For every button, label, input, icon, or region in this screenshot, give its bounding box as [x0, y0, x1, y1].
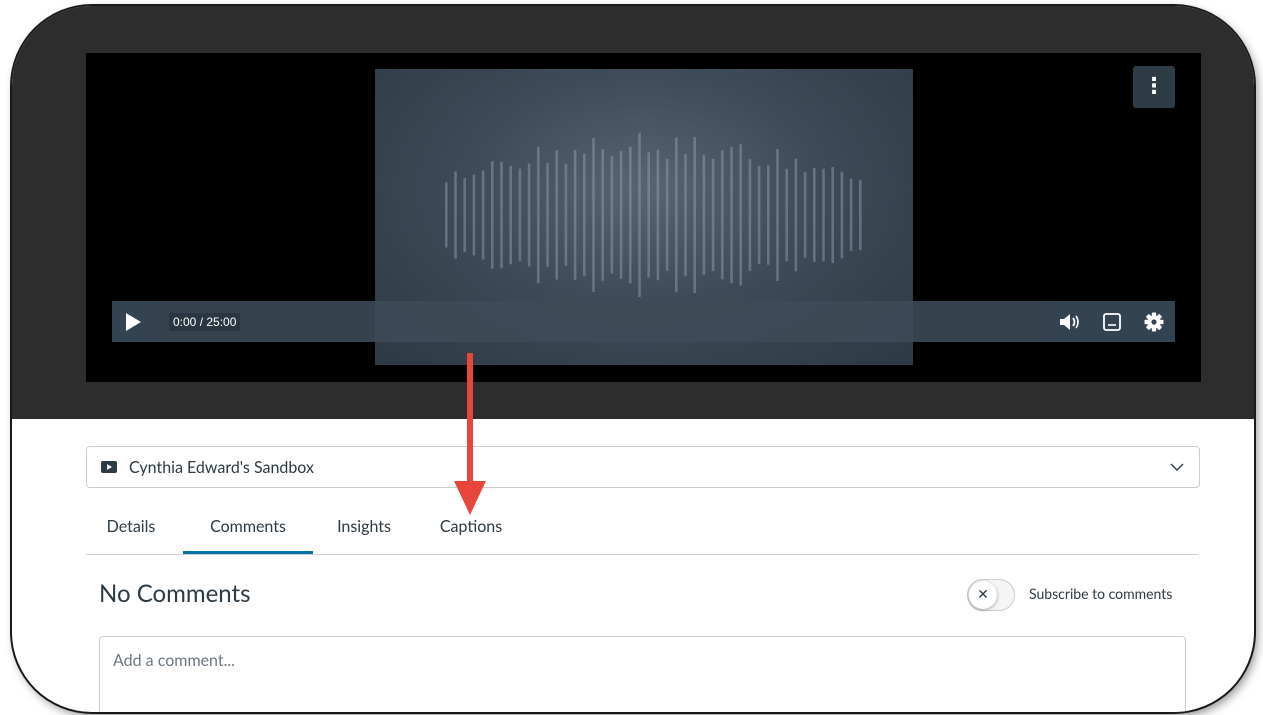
close-icon: ✕ — [969, 581, 997, 609]
waveform-bar — [859, 179, 862, 251]
volume-button[interactable] — [1057, 309, 1083, 335]
waveform-bar — [785, 168, 788, 262]
waveform-bar — [601, 149, 604, 281]
waveform-bar — [656, 149, 660, 281]
waveform-bar — [840, 171, 844, 259]
media-player[interactable]: ⋮ 0:00 / 25:00 — [86, 53, 1201, 382]
waveform-bar — [555, 150, 558, 280]
waveform-bar — [794, 158, 798, 272]
waveform-bar — [748, 159, 752, 271]
waveform-bar — [675, 137, 678, 293]
waveform-bar — [564, 164, 568, 266]
volume-icon — [1060, 313, 1079, 330]
play-icon — [126, 312, 141, 331]
screenshot-frame: ⋮ 0:00 / 25:00 Cynthia Edward's Sandbox … — [12, 6, 1254, 712]
comment-input[interactable] — [99, 636, 1186, 712]
waveform-bar — [472, 174, 476, 256]
play-button[interactable] — [112, 301, 154, 342]
annotation-arrow — [454, 353, 486, 515]
time-readout: 0:00 / 25:00 — [169, 313, 241, 331]
player-control-bar: 0:00 / 25:00 — [112, 301, 1175, 342]
waveform-bar — [610, 156, 614, 274]
settings-button[interactable] — [1141, 309, 1167, 335]
closed-captions-icon — [1103, 312, 1121, 331]
right-controls — [1049, 301, 1175, 342]
source-selector-label: Cynthia Edward's Sandbox — [129, 457, 314, 477]
tab-list: Details Comments Insights Captions — [86, 501, 1198, 555]
player-menu-button[interactable]: ⋮ — [1133, 66, 1175, 108]
waveform-bar — [647, 152, 650, 278]
waveform-bar — [739, 144, 742, 286]
waveform-bar — [509, 165, 512, 265]
waveform-bar — [711, 158, 715, 272]
waveform-bar — [592, 137, 595, 292]
waveform-bar — [776, 149, 779, 281]
waveform-bar — [481, 170, 485, 260]
captions-button[interactable] — [1099, 309, 1125, 335]
waveform-bar — [803, 172, 807, 258]
tab-details[interactable]: Details — [96, 501, 166, 554]
chevron-down-icon — [1170, 463, 1184, 471]
waveform-bar — [454, 171, 457, 259]
waveform-bar — [849, 178, 853, 252]
waveform-bar — [518, 168, 522, 262]
waveform-bar — [638, 132, 641, 298]
waveform-bar — [702, 155, 706, 275]
gear-icon — [1144, 312, 1164, 331]
video-icon — [101, 461, 117, 473]
comments-heading: No Comments — [99, 579, 251, 608]
source-selector[interactable]: Cynthia Edward's Sandbox — [86, 446, 1200, 488]
waveform-bar — [445, 182, 448, 248]
subscribe-label: Subscribe to comments — [1029, 585, 1173, 602]
waveform-bar — [527, 163, 531, 267]
waveform-bar — [757, 165, 761, 265]
waveform-bar — [665, 159, 669, 271]
waveform-bar — [730, 146, 733, 284]
waveform-bar — [822, 168, 825, 262]
waveform-bar — [463, 178, 466, 252]
waveform-bar — [573, 150, 577, 280]
waveform-bar — [619, 151, 623, 279]
subscribe-toggle[interactable]: ✕ — [967, 579, 1015, 611]
video-area: ⋮ 0:00 / 25:00 — [12, 6, 1254, 419]
waveform-bar — [693, 136, 696, 294]
waveform-bar — [831, 167, 834, 264]
waveform-bar — [546, 163, 549, 267]
tab-comments[interactable]: Comments — [183, 501, 313, 554]
waveform-bar — [491, 161, 494, 269]
waveform-bar — [721, 150, 724, 280]
kebab-vertical-icon: ⋮ — [1143, 74, 1165, 99]
tab-insights[interactable]: Insights — [326, 501, 402, 554]
waveform-bar — [629, 146, 632, 284]
waveform-bar — [583, 153, 586, 277]
waveform-bar — [813, 168, 816, 262]
waveform-bar — [537, 146, 540, 284]
waveform-bar — [500, 161, 503, 269]
waveform-bar — [767, 165, 770, 265]
waveform-bar — [684, 153, 687, 277]
